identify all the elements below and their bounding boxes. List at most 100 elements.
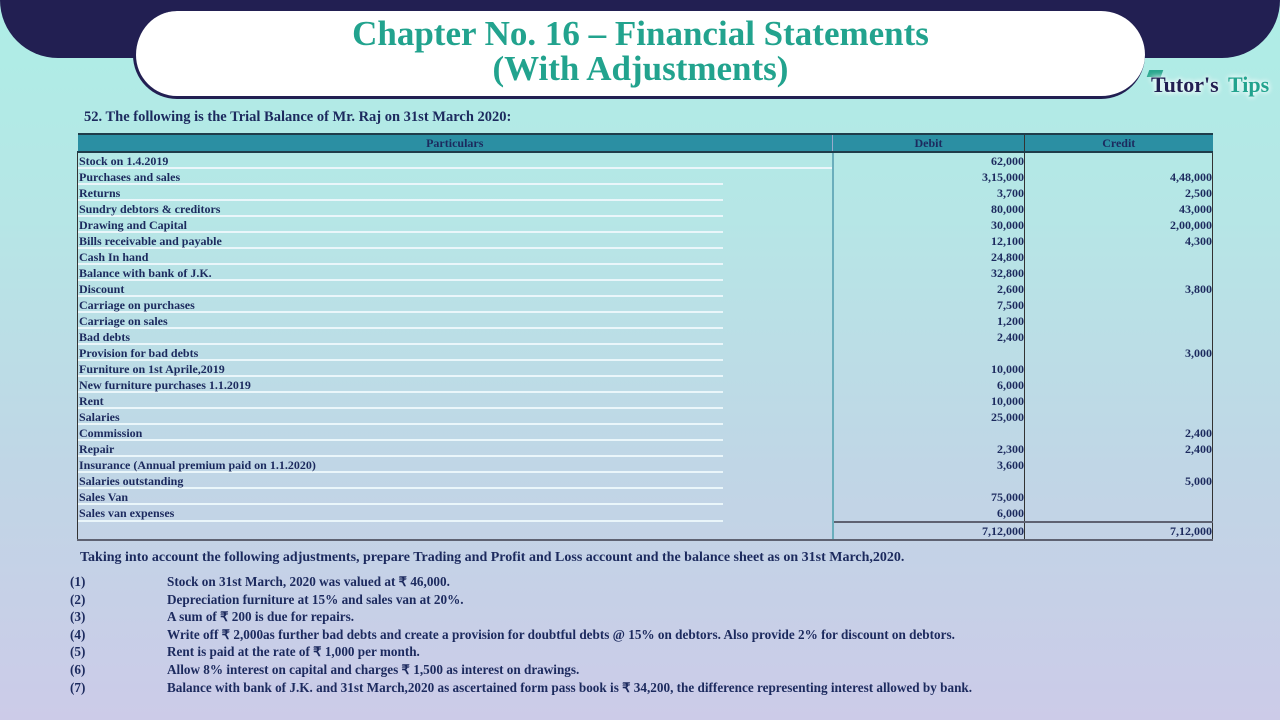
tutors-tips-logo: Tutor's Tips [1145,68,1275,108]
debit-cell: 6,000 [832,377,1025,393]
adjustment-number: (4) [70,626,86,642]
header-particulars: Particulars [77,133,833,153]
table-row: Salaries 25,000 [77,409,1213,425]
table-row: Discount 2,600 3,800 [77,281,1213,297]
particular-cell: New furniture purchases 1.1.2019 [77,377,834,393]
adjustment-number: (2) [70,591,86,607]
header-debit: Debit [832,133,1025,153]
particular-cell: Bills receivable and payable [77,233,834,249]
debit-cell [832,473,1025,489]
adjustment-item: (7) Balance with bank of J.K. and 31st Ma… [70,680,972,698]
particular-cell: Sales van expenses [77,505,834,522]
adjustment-text: Stock on 31st March, 2020 was valued at … [167,574,450,589]
table-row: Provision for bad debts 3,000 [77,345,1213,361]
debit-cell: 10,000 [832,361,1025,377]
credit-cell [1024,313,1213,329]
debit-cell: 3,700 [832,185,1025,201]
header-credit: Credit [1024,133,1213,153]
total-credit-cell: 7,12,000 [1024,521,1213,541]
particular-cell: Stock on 1.4.2019 [77,152,834,169]
debit-cell: 7,500 [832,297,1025,313]
debit-cell: 25,000 [832,409,1025,425]
particular-cell: Discount [77,281,834,297]
table-row: Insurance (Annual premium paid on 1.1.20… [77,457,1213,473]
adjustment-item: (2) Depreciation furniture at 15% and sal… [70,592,972,610]
particular-cell: Drawing and Capital [77,217,834,233]
credit-cell: 2,400 [1024,425,1213,441]
table-row: Sales Van 75,000 [77,489,1213,505]
table-row: Bad debts 2,400 [77,329,1213,345]
credit-cell [1024,249,1213,265]
particular-cell: Bad debts [77,329,834,345]
credit-cell: 2,400 [1024,441,1213,457]
question-heading: 52. The following is the Trial Balance o… [84,109,512,125]
credit-cell [1024,457,1213,473]
credit-cell [1024,297,1213,313]
particular-cell: Returns [77,185,834,201]
adjustment-number: (6) [70,661,86,677]
credit-cell [1024,265,1213,281]
adjustments-list: (1) Stock on 31st March, 2020 was valued … [70,574,972,697]
credit-cell [1024,329,1213,345]
debit-cell: 3,15,000 [832,169,1025,185]
debit-cell: 62,000 [832,152,1025,169]
particular-cell: Sales Van [77,489,834,505]
page-title-line-1: Chapter No. 16 – Financial Statements [352,14,929,53]
table-row: Furniture on 1st Aprile,2019 10,000 [77,361,1213,377]
debit-cell: 75,000 [832,489,1025,505]
debit-cell: 10,000 [832,393,1025,409]
particular-cell: Provision for bad debts [77,345,834,361]
adjustment-text: Depreciation furniture at 15% and sales … [167,591,464,607]
particular-cell: Salaries [77,409,834,425]
adjustment-text: A sum of ₹ 200 is due for repairs. [167,609,355,625]
table-row: Sundry debtors & creditors 80,000 43,000 [77,201,1213,217]
logo-text-tutors: Tutor's [1151,72,1219,97]
adjustment-number: (3) [70,609,86,625]
debit-cell: 24,800 [832,249,1025,265]
debit-cell: 2,300 [832,441,1025,457]
debit-cell: 2,400 [832,329,1025,345]
debit-cell [832,425,1025,441]
particular-cell: Carriage on purchases [77,297,834,313]
particular-cell: Insurance (Annual premium paid on 1.1.20… [77,457,834,473]
debit-cell: 2,600 [832,281,1025,297]
credit-cell [1024,505,1213,522]
table-row: Carriage on sales 1,200 [77,313,1213,329]
adjustment-item: (4) Write off ₹ 2,000as further bad debts… [70,627,972,645]
table-row: Drawing and Capital 30,000 2,00,000 [77,217,1213,233]
table-row: Stock on 1.4.2019 62,000 [77,152,1213,169]
debit-cell: 80,000 [832,201,1025,217]
credit-cell [1024,393,1213,409]
debit-cell: 3,600 [832,457,1025,473]
table-row: Rent 10,000 [77,393,1213,409]
adjustment-text: Balance with bank of J.K. and 31st March… [167,679,973,695]
debit-cell [832,345,1025,361]
table-row: Commission 2,400 [77,425,1213,441]
logo-text-tips: Tips [1228,72,1270,97]
particular-cell: Salaries outstanding [77,473,834,489]
particular-cell: Purchases and sales [77,169,834,185]
particular-cell: Balance with bank of J.K. [77,265,834,281]
total-debit-cell: 7,12,000 [832,521,1025,541]
adjustment-item: (3) A sum of ₹ 200 is due for repairs. [70,609,972,627]
trial-balance-table: Particulars Debit Credit Stock on 1.4.20… [77,133,1213,541]
credit-cell: 4,300 [1024,233,1213,249]
credit-cell: 3,800 [1024,281,1213,297]
credit-cell: 43,000 [1024,201,1213,217]
debit-cell: 32,800 [832,265,1025,281]
credit-cell: 3,000 [1024,345,1213,361]
credit-cell: 5,000 [1024,473,1213,489]
credit-cell [1024,409,1213,425]
credit-cell [1024,489,1213,505]
particular-cell: Carriage on sales [77,313,834,329]
adjustment-number: (5) [70,644,86,660]
adjustment-item: (5) Rent is paid at the rate of ₹ 1,000 p… [70,644,972,662]
debit-cell: 1,200 [832,313,1025,329]
adjustment-text: Rent is paid at the rate of ₹ 1,000 per … [167,644,420,660]
adjustment-item: (1) Stock on 31st March, 2020 was valued … [70,574,972,592]
title-box: Chapter No. 16 – Financial Statements (W… [133,11,1145,99]
particular-cell: Cash In hand [77,249,834,265]
credit-cell: 2,500 [1024,185,1213,201]
debit-cell: 12,100 [832,233,1025,249]
particular-cell: Rent [77,393,834,409]
